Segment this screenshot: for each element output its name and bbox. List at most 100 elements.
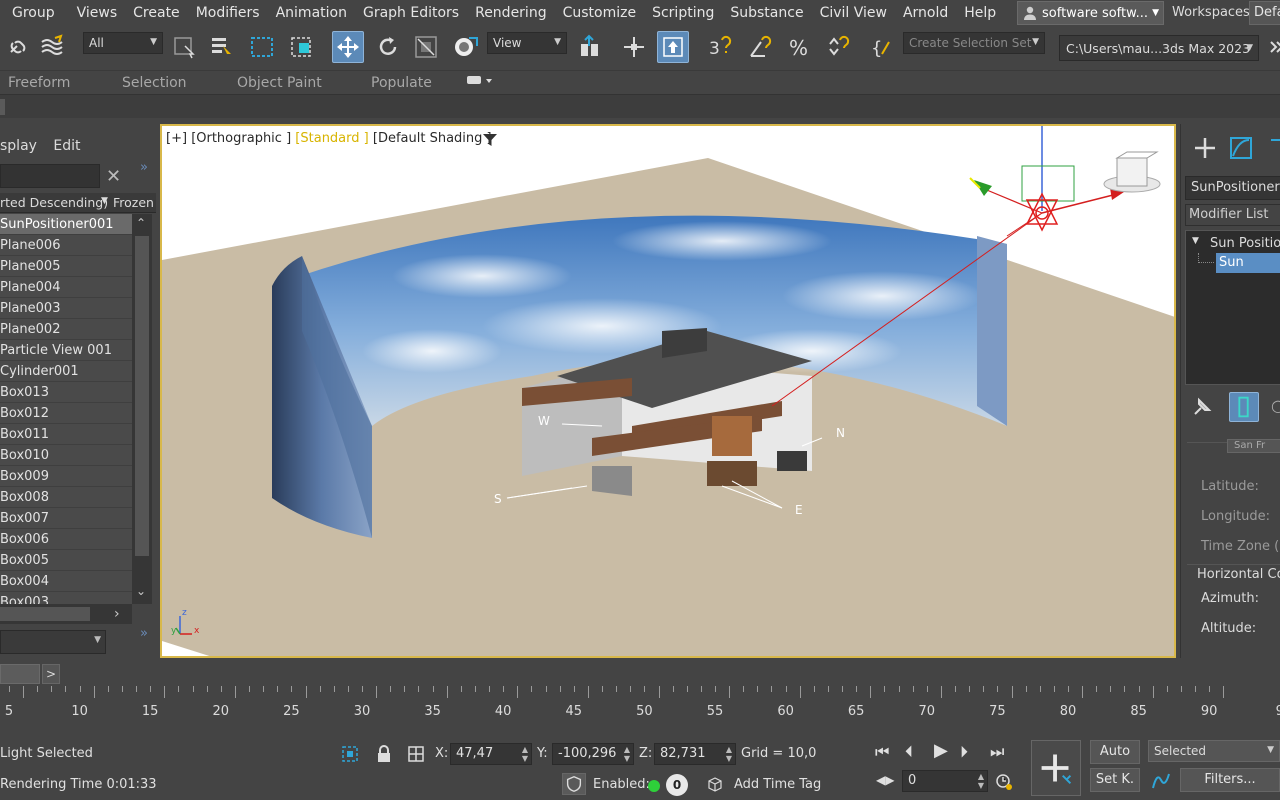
object-name-field[interactable]: SunPositioner00 (1185, 176, 1280, 200)
list-item[interactable]: Particle View 001 (0, 340, 132, 361)
time-slider[interactable]: > (0, 662, 1280, 686)
absolute-mode-button[interactable] (406, 744, 426, 764)
list-item[interactable]: Box011 (0, 424, 132, 445)
tab-populate[interactable]: Populate (371, 75, 432, 91)
explorer-layer-dropdown[interactable]: ▼ (0, 630, 106, 654)
keyboard-shortcut-override-button[interactable] (657, 31, 689, 63)
next-frame-button[interactable]: > (42, 664, 60, 684)
list-item[interactable]: Plane006 (0, 235, 132, 256)
scroll-down-icon[interactable]: ⌄ (136, 584, 146, 598)
list-item[interactable]: Box007 (0, 508, 132, 529)
percent-snap-button[interactable]: % (784, 31, 816, 63)
menu-modifiers[interactable]: Modifiers (188, 5, 268, 21)
workspace-dropdown[interactable]: Defa (1249, 1, 1280, 25)
play-button[interactable]: ▶ (934, 740, 948, 761)
reference-coordinate-dropdown[interactable]: View ▼ (487, 32, 567, 54)
select-and-place-button[interactable] (450, 31, 482, 63)
select-object-button[interactable] (168, 31, 200, 63)
menu-create[interactable]: Create (125, 5, 188, 21)
search-icon[interactable]: ○ (1271, 396, 1280, 418)
viewport-plus-menu[interactable]: [+] (166, 131, 187, 146)
modify-tab-button[interactable] (1225, 132, 1257, 164)
list-item[interactable]: SunPositioner001 (0, 214, 132, 235)
expand-toolbar-button[interactable] (1260, 31, 1280, 63)
name-column-header[interactable]: rted Descending) (0, 195, 108, 210)
menu-views[interactable]: Views (69, 5, 126, 21)
viewport-point-of-view-menu[interactable]: [Orthographic ] (191, 131, 291, 146)
list-item[interactable]: Box009 (0, 466, 132, 487)
scroll-up-icon[interactable]: ⌃ (136, 216, 146, 230)
menu-customize[interactable]: Customize (555, 5, 645, 21)
explorer-search-input[interactable] (0, 164, 100, 188)
adaptive-degradation-button[interactable] (562, 773, 586, 795)
spinner-arrows-icon[interactable]: ▲ ▼ (522, 745, 528, 763)
tab-object-paint[interactable]: Object Paint (237, 75, 322, 91)
go-to-end-button[interactable]: ⏭ (990, 742, 1004, 762)
stack-item-sun[interactable]: Sun (1216, 253, 1280, 273)
time-slider-thumb[interactable] (0, 664, 40, 684)
menu-animation[interactable]: Animation (268, 5, 355, 21)
filter-icon[interactable] (482, 132, 498, 148)
pin-stack-button[interactable] (1189, 394, 1215, 420)
selection-lock-button[interactable] (374, 744, 394, 764)
angle-snap-button[interactable] (744, 31, 776, 63)
explorer-horizontal-scrollbar[interactable] (0, 604, 132, 624)
parameter-header-button[interactable]: San Fr (1227, 439, 1280, 453)
list-item[interactable]: Box010 (0, 445, 132, 466)
bind-space-warp-button[interactable] (36, 31, 68, 63)
perspective-viewport[interactable]: [+] [Orthographic ] [Standard ] [Default… (160, 124, 1176, 658)
menu-group[interactable]: Group (0, 5, 69, 21)
select-by-name-button[interactable] (206, 31, 238, 63)
stack-item-sun-position[interactable]: Sun Position (1210, 236, 1280, 251)
expand-explorer-icon[interactable]: » (140, 160, 148, 175)
explorer-menu-display[interactable]: splay (0, 138, 37, 154)
edit-named-selection-button[interactable]: { (866, 31, 898, 63)
enabled-indicator[interactable] (648, 780, 660, 792)
time-tag-button[interactable] (706, 776, 724, 794)
menu-arnold[interactable]: Arnold (895, 5, 956, 21)
select-and-move-button[interactable] (332, 31, 364, 63)
menu-substance[interactable]: Substance (722, 5, 811, 21)
link-button[interactable] (2, 31, 34, 63)
explorer-vertical-scrollbar[interactable]: ⌃ ⌄ (132, 214, 152, 604)
key-filters-button[interactable]: Filters... (1180, 768, 1280, 792)
list-item[interactable]: Box013 (0, 382, 132, 403)
track-bar[interactable]: 5 10 15 20 25 30 35 40 45 50 55 60 65 70 75 80 85 90 9 (0, 686, 1280, 726)
next-frame-button[interactable]: ⏵ (960, 742, 968, 762)
scroll-right-icon[interactable]: › (114, 606, 120, 622)
list-item[interactable]: Box006 (0, 529, 132, 550)
snaps-toggle-button[interactable]: 3 (704, 31, 736, 63)
create-selection-set-dropdown[interactable]: Create Selection Set ▼ (903, 32, 1045, 54)
close-icon[interactable]: ✕ (106, 166, 121, 187)
scrollbar-thumb[interactable] (0, 607, 90, 621)
curve-editor-button[interactable] (1150, 770, 1172, 792)
key-filter-dropdown[interactable]: Selected ▼ (1148, 740, 1280, 762)
time-configuration-button[interactable] (994, 772, 1014, 792)
select-and-scale-button[interactable] (410, 31, 442, 63)
show-end-result-button[interactable] (1229, 392, 1259, 422)
enabled-count[interactable]: 0 (666, 774, 688, 796)
create-tab-button[interactable] (1189, 132, 1221, 164)
go-to-start-button[interactable]: ⏮ (875, 742, 889, 762)
window-crossing-button[interactable] (286, 31, 318, 63)
selection-filter-dropdown[interactable]: All ▼ (83, 32, 163, 54)
tab-freeform[interactable]: Freeform (8, 75, 70, 91)
explorer-menu-edit[interactable]: Edit (53, 138, 80, 154)
list-item[interactable]: Box003 (0, 592, 132, 604)
viewport-shading-menu[interactable]: [Default Shading ] (373, 131, 492, 146)
list-item[interactable]: Plane005 (0, 256, 132, 277)
spinner-arrows-icon[interactable]: ▲ ▼ (624, 745, 630, 763)
list-item[interactable]: Box005 (0, 550, 132, 571)
ribbon-handle[interactable] (0, 99, 5, 115)
frozen-column-header[interactable]: Frozen (113, 195, 154, 210)
spinner-arrows-icon[interactable]: ▲ ▼ (978, 772, 984, 790)
list-item[interactable]: Plane002 (0, 319, 132, 340)
y-coordinate-input[interactable]: -100,296 ▲ ▼ (552, 743, 634, 765)
list-item[interactable]: Plane003 (0, 298, 132, 319)
list-item[interactable]: Box012 (0, 403, 132, 424)
menu-rendering[interactable]: Rendering (467, 5, 555, 21)
menu-graph-editors[interactable]: Graph Editors (355, 5, 467, 21)
menu-help[interactable]: Help (956, 5, 1004, 21)
list-item[interactable]: Cylinder001 (0, 361, 132, 382)
x-coordinate-input[interactable]: 47,47 ▲ ▼ (450, 743, 532, 765)
